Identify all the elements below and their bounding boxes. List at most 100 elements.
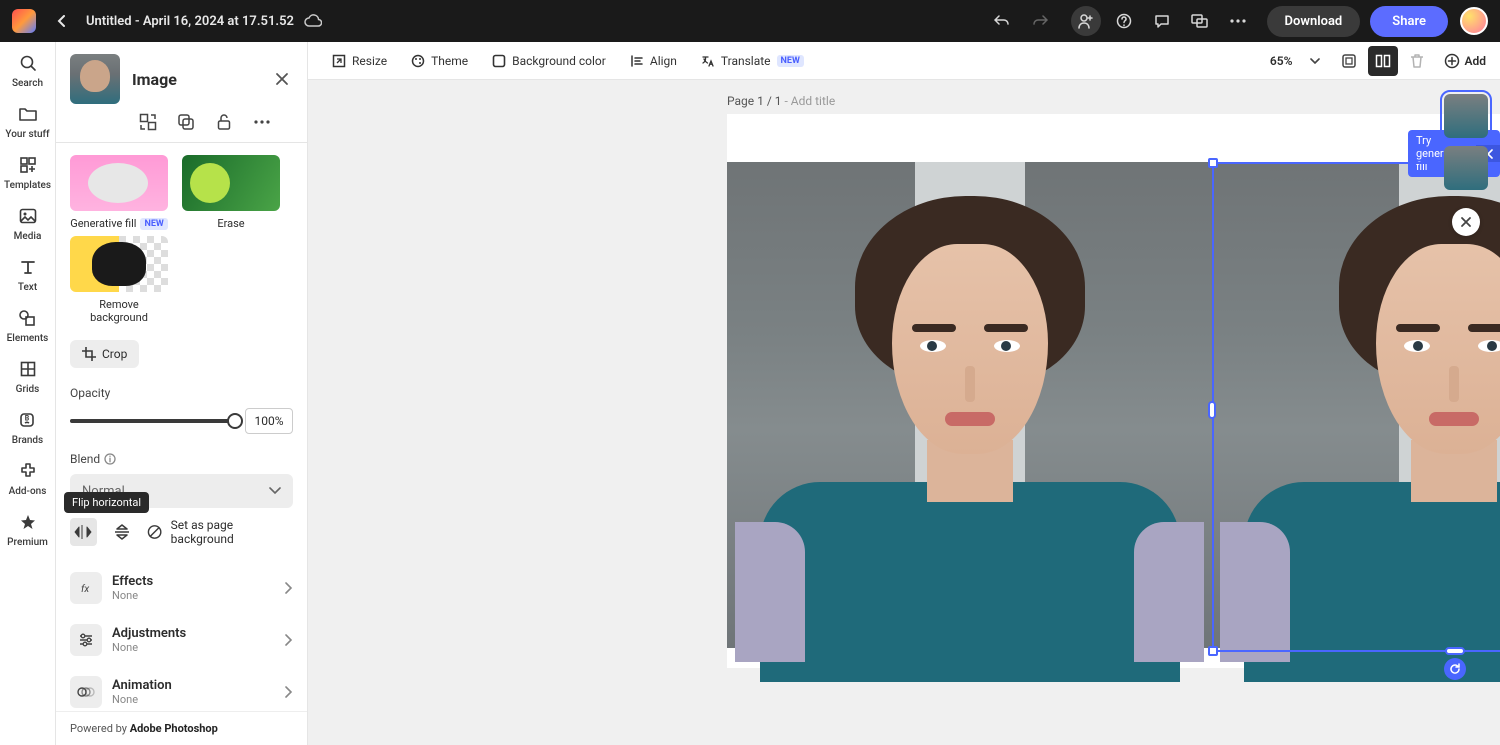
effects-accordion[interactable]: fx EffectsNone (70, 562, 293, 614)
remove-background-preview (70, 236, 168, 292)
crop-icon (82, 347, 96, 361)
chevron-left-icon (56, 15, 68, 27)
more-options-button[interactable] (252, 112, 272, 132)
folder-icon (17, 103, 39, 125)
set-as-background-button[interactable]: Set as page background (147, 518, 293, 546)
delete-button[interactable] (1402, 46, 1432, 76)
user-avatar[interactable] (1460, 7, 1488, 35)
theme-button[interactable]: Theme (401, 48, 478, 74)
comments-button[interactable] (1147, 6, 1177, 36)
animation-accordion[interactable]: AnimationNone (70, 666, 293, 711)
grids-icon (17, 358, 39, 380)
rail-text[interactable]: Text (17, 256, 39, 293)
lock-button[interactable] (214, 112, 234, 132)
duplicate-image-button[interactable] (176, 112, 196, 132)
page-indicator[interactable]: Page 1 / 1 - Add title (727, 94, 835, 108)
view-timeline-button[interactable] (1368, 46, 1398, 76)
erase-preview (182, 155, 280, 211)
download-button[interactable]: Download (1267, 6, 1361, 37)
flip-horizontal-button[interactable] (70, 518, 97, 546)
panel-footer: Powered by Adobe Photoshop (56, 711, 307, 745)
translate-button[interactable]: TranslateNEW (691, 48, 814, 74)
present-button[interactable] (1185, 6, 1215, 36)
animation-icon (70, 676, 102, 708)
canvas-stage[interactable]: Page 1 / 1 - Add title Try generative fi… (308, 80, 1500, 745)
resize-handle-bl[interactable] (1208, 646, 1218, 656)
flip-vertical-button[interactable] (109, 518, 136, 546)
zoom-level[interactable]: 65% (1270, 54, 1293, 68)
replace-image-button[interactable] (138, 112, 158, 132)
templates-icon (17, 154, 39, 176)
translate-icon (701, 54, 715, 68)
rail-templates[interactable]: Templates (4, 154, 51, 191)
more-button[interactable] (1223, 6, 1253, 36)
chevron-right-icon (285, 582, 293, 594)
info-icon[interactable] (104, 453, 116, 465)
page-thumbnails (1444, 94, 1488, 236)
canvas-area: Resize Theme Background color Align Tran… (308, 42, 1500, 745)
adjustments-icon (70, 624, 102, 656)
chevron-right-icon (285, 686, 293, 698)
add-page-button[interactable]: Add (1444, 53, 1486, 69)
generative-fill-card[interactable]: Generative fillNEW (70, 155, 168, 230)
elements-icon (16, 307, 38, 329)
adjustments-accordion[interactable]: AdjustmentsNone (70, 614, 293, 666)
app-topbar: Untitled - April 16, 2024 at 17.51.52 Do… (0, 0, 1500, 42)
rail-your-stuff[interactable]: Your stuff (5, 103, 49, 140)
rail-addons[interactable]: Add-ons (9, 460, 47, 497)
new-badge: NEW (140, 218, 167, 230)
blend-label: Blend (70, 452, 100, 466)
document-title[interactable]: Untitled - April 16, 2024 at 17.51.52 (86, 14, 294, 29)
remove-background-card[interactable]: Remove background (70, 236, 168, 324)
rail-grids[interactable]: Grids (16, 358, 40, 395)
zoom-dropdown[interactable] (1300, 46, 1330, 76)
svg-text:B: B (25, 415, 30, 423)
resize-handle-tl[interactable] (1208, 158, 1218, 168)
flip-horizontal-tooltip: Flip horizontal (64, 492, 149, 513)
page-thumbnail-2[interactable] (1444, 146, 1488, 190)
resize-button[interactable]: Resize (322, 48, 397, 74)
square-icon (492, 54, 506, 68)
image-properties-panel: Image Generative fillNEW Erase (56, 42, 308, 745)
crop-button[interactable]: Crop (70, 340, 139, 368)
share-button[interactable]: Share (1370, 6, 1448, 37)
media-icon (17, 205, 39, 227)
portrait-image-left[interactable] (727, 162, 1212, 648)
thumbnails-close-button[interactable] (1452, 208, 1480, 236)
search-icon (17, 52, 39, 74)
back-button[interactable] (50, 9, 74, 33)
rotate-handle[interactable] (1444, 658, 1466, 680)
help-button[interactable] (1109, 6, 1139, 36)
invite-button[interactable] (1071, 6, 1101, 36)
rail-brands[interactable]: BBrands (12, 409, 43, 446)
generative-fill-preview (70, 155, 168, 211)
align-button[interactable]: Align (620, 48, 687, 74)
redo-button[interactable] (1025, 6, 1055, 36)
page-thumbnail-1[interactable] (1444, 94, 1488, 138)
resize-handle-mb[interactable] (1445, 647, 1465, 655)
background-color-button[interactable]: Background color (482, 48, 616, 74)
chevron-down-icon (1310, 58, 1320, 64)
selection-thumbnail (70, 54, 120, 104)
cloud-sync-icon[interactable] (304, 12, 322, 30)
app-logo (12, 9, 36, 33)
rail-media[interactable]: Media (14, 205, 42, 242)
rail-premium[interactable]: Premium (7, 511, 48, 548)
resize-handle-ml[interactable] (1208, 401, 1216, 419)
opacity-label: Opacity (70, 386, 293, 400)
erase-card[interactable]: Erase (182, 155, 280, 230)
view-grid-button[interactable] (1334, 46, 1364, 76)
no-background-icon (147, 524, 162, 540)
rail-elements[interactable]: Elements (7, 307, 49, 344)
opacity-value-input[interactable]: 100% (245, 408, 293, 434)
panel-close-button[interactable] (271, 68, 293, 90)
context-toolbar: Resize Theme Background color Align Tran… (308, 42, 1500, 80)
text-icon (17, 256, 39, 278)
rail-search[interactable]: Search (12, 52, 43, 89)
theme-icon (411, 54, 425, 68)
opacity-slider[interactable] (70, 419, 235, 423)
addons-icon (17, 460, 39, 482)
undo-button[interactable] (987, 6, 1017, 36)
chevron-down-icon (269, 487, 281, 495)
plus-circle-icon (1444, 53, 1460, 69)
